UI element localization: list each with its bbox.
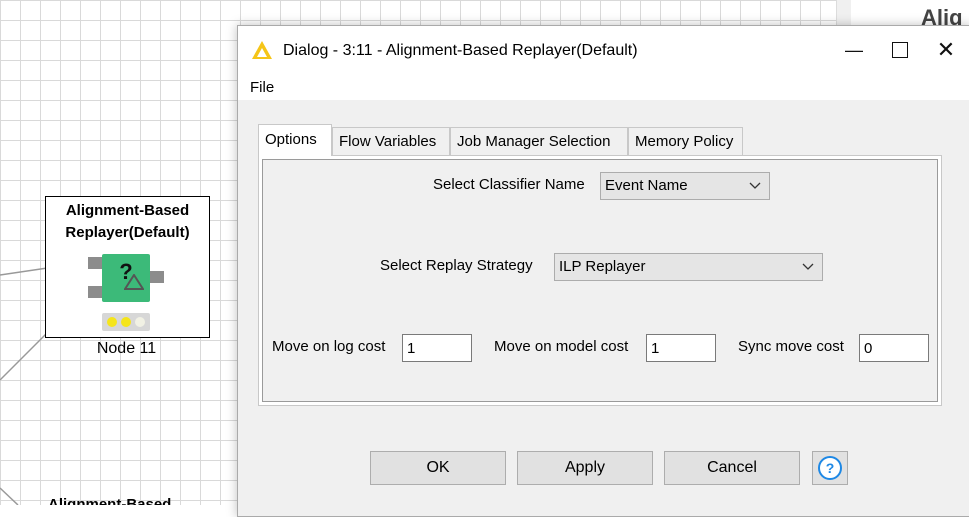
tab-options[interactable]: Options	[258, 124, 332, 156]
classifier-label: Select Classifier Name	[433, 176, 585, 193]
node-label[interactable]: Node 11	[45, 340, 208, 358]
svg-text:?: ?	[826, 460, 835, 476]
node-title: Alignment-Based Replayer(Default)	[65, 202, 190, 241]
model-cost-value: 1	[651, 340, 660, 357]
apply-button[interactable]: Apply	[517, 451, 653, 485]
sync-cost-input[interactable]: 0	[859, 334, 929, 362]
strategy-label: Select Replay Strategy	[380, 257, 533, 274]
log-cost-value: 1	[407, 340, 416, 357]
workflow-node[interactable]: Alignment-Based Replayer(Default) ?	[45, 196, 210, 338]
classifier-select[interactable]: Event Name	[600, 172, 770, 200]
node-config-dialog: Dialog - 3:11 - Alignment-Based Replayer…	[237, 25, 969, 517]
tab-flow-variables[interactable]: Flow Variables	[332, 127, 450, 155]
model-cost-input[interactable]: 1	[646, 334, 716, 362]
log-cost-label: Move on log cost	[272, 338, 386, 355]
options-panel: Select Classifier Name Event Name Select…	[258, 155, 942, 406]
warning-overlay-icon	[124, 274, 144, 290]
help-button[interactable]: ?	[812, 451, 848, 485]
minimize-button[interactable]: —	[831, 26, 877, 74]
input-port-2[interactable]	[88, 286, 102, 298]
model-cost-label: Move on model cost	[494, 338, 629, 355]
help-icon: ?	[818, 456, 842, 480]
options-group: Select Classifier Name Event Name Select…	[262, 159, 938, 402]
menu-file[interactable]: File	[250, 79, 274, 96]
dialog-title: Dialog - 3:11 - Alignment-Based Replayer…	[283, 42, 638, 59]
replay-strategy-select[interactable]: ILP Replayer	[554, 253, 823, 281]
menu-bar: File	[238, 74, 969, 100]
input-port-1[interactable]	[88, 257, 102, 269]
output-port[interactable]	[150, 271, 164, 283]
partial-node-title: Alignment-Based	[48, 496, 172, 505]
tab-job-manager-selection[interactable]: Job Manager Selection	[450, 127, 628, 155]
node-status-indicator	[102, 313, 150, 331]
status-light-1	[107, 317, 117, 327]
chevron-down-icon	[749, 182, 761, 189]
node-icon[interactable]: ?	[102, 254, 150, 302]
chevron-down-icon	[802, 263, 814, 270]
strategy-value: ILP Replayer	[559, 258, 646, 275]
maximize-button[interactable]	[876, 26, 922, 74]
status-light-2	[121, 317, 131, 327]
sync-cost-value: 0	[864, 340, 873, 357]
ok-button[interactable]: OK	[370, 451, 506, 485]
close-button[interactable]: ✕	[923, 26, 969, 74]
dialog-titlebar[interactable]: Dialog - 3:11 - Alignment-Based Replayer…	[238, 26, 969, 74]
tab-memory-policy[interactable]: Memory Policy	[628, 127, 743, 155]
classifier-value: Event Name	[605, 177, 688, 194]
status-light-3	[135, 317, 145, 327]
cancel-button[interactable]: Cancel	[664, 451, 800, 485]
maximize-icon	[892, 42, 908, 58]
sync-cost-label: Sync move cost	[738, 338, 844, 355]
log-cost-input[interactable]: 1	[402, 334, 472, 362]
warning-triangle-icon	[252, 41, 272, 59]
